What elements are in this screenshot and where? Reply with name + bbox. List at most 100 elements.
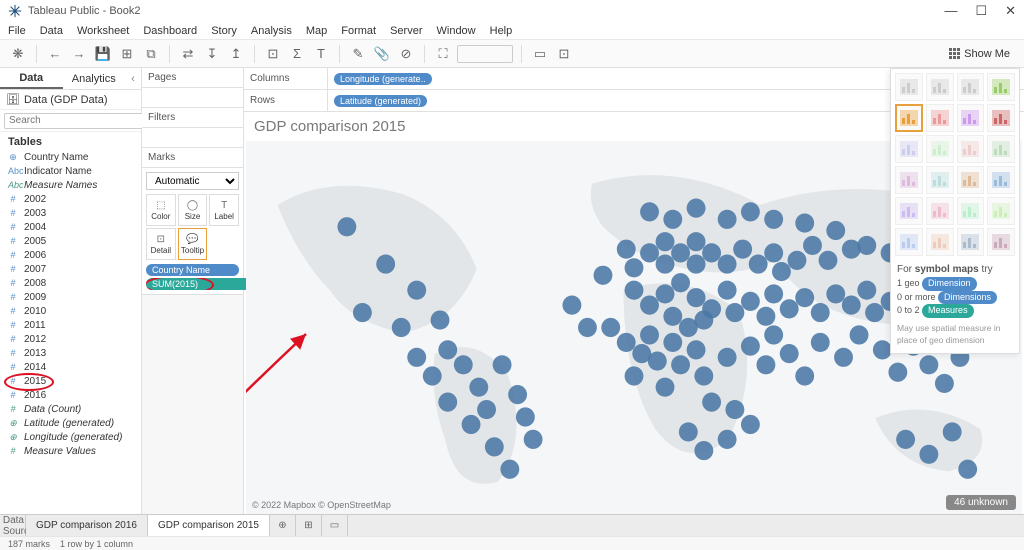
field-2007[interactable]: #2007: [0, 262, 141, 276]
showme-chart-21[interactable]: [926, 228, 954, 256]
menu-help[interactable]: Help: [490, 25, 513, 37]
field-indicator-name[interactable]: AbcIndicator Name: [0, 164, 141, 178]
field-2013[interactable]: #2013: [0, 346, 141, 360]
tab-analytics[interactable]: Analytics: [63, 68, 126, 89]
columns-pill[interactable]: Longitude (generate..: [334, 73, 432, 85]
showme-chart-2[interactable]: [957, 73, 985, 101]
showme-chart-17[interactable]: [926, 197, 954, 225]
clear-button[interactable]: ⊘: [396, 44, 416, 64]
field-2010[interactable]: #2010: [0, 304, 141, 318]
totals-button[interactable]: Σ: [287, 44, 307, 64]
marks-tooltip[interactable]: 💬Tooltip: [178, 228, 208, 260]
menu-format[interactable]: Format: [341, 25, 376, 37]
maximize-button[interactable]: ☐: [975, 3, 987, 19]
menu-map[interactable]: Map: [306, 25, 327, 37]
showme-chart-10[interactable]: [957, 135, 985, 163]
showme-chart-13[interactable]: [926, 166, 954, 194]
toolbar-search[interactable]: [457, 45, 513, 63]
minimize-button[interactable]: —: [944, 3, 957, 19]
group-button[interactable]: ⊡: [263, 44, 283, 64]
new-datasource-button[interactable]: ⊞: [117, 44, 137, 64]
fit-button[interactable]: ⛶: [433, 44, 453, 64]
unknown-pill[interactable]: 46 unknown: [946, 495, 1016, 510]
field-measure-names[interactable]: AbcMeasure Names: [0, 178, 141, 192]
field-2004[interactable]: #2004: [0, 220, 141, 234]
new-story-button[interactable]: ▭: [322, 515, 348, 536]
showme-chart-12[interactable]: [895, 166, 923, 194]
tab-datasource[interactable]: ⊞ Data Source: [0, 515, 26, 536]
close-button[interactable]: ✕: [1005, 3, 1016, 19]
field-2011[interactable]: #2011: [0, 318, 141, 332]
field-measure-values[interactable]: #Measure Values: [0, 444, 141, 458]
showme-chart-18[interactable]: [957, 197, 985, 225]
filters-shelf[interactable]: [142, 128, 243, 148]
show-labels-button[interactable]: T: [311, 44, 331, 64]
pin-button[interactable]: 📎: [372, 44, 392, 64]
field-2014[interactable]: #2014: [0, 360, 141, 374]
showme-chart-5[interactable]: [926, 104, 954, 132]
field-2016[interactable]: #2016: [0, 388, 141, 402]
new-dashboard-button[interactable]: ⊞: [296, 515, 322, 536]
tab-sheet-2015[interactable]: GDP comparison 2015: [148, 515, 270, 536]
field-2015[interactable]: #2015: [0, 374, 141, 388]
menu-window[interactable]: Window: [437, 25, 476, 37]
menu-dashboard[interactable]: Dashboard: [143, 25, 197, 37]
tableau-logo-icon[interactable]: ❋: [8, 44, 28, 64]
field-2008[interactable]: #2008: [0, 276, 141, 290]
menu-file[interactable]: File: [8, 25, 26, 37]
showme-chart-4[interactable]: [895, 104, 923, 132]
showme-chart-6[interactable]: [957, 104, 985, 132]
showme-chart-14[interactable]: [957, 166, 985, 194]
showme-chart-11[interactable]: [987, 135, 1015, 163]
highlight-button[interactable]: ✎: [348, 44, 368, 64]
field-2012[interactable]: #2012: [0, 332, 141, 346]
save-button[interactable]: 💾: [93, 44, 113, 64]
presentation-button[interactable]: ▭: [530, 44, 550, 64]
datasource-row[interactable]: 🗄 Data (GDP Data): [0, 90, 141, 110]
new-worksheet-button[interactable]: ⊕: [270, 515, 296, 536]
showme-chart-0[interactable]: [895, 73, 923, 101]
sort-asc-button[interactable]: ↧: [202, 44, 222, 64]
tab-data[interactable]: Data: [0, 68, 63, 89]
show-me-button[interactable]: Show Me: [943, 46, 1016, 62]
back-button[interactable]: ←: [45, 44, 65, 64]
cards-button[interactable]: ⊡: [554, 44, 574, 64]
field-2003[interactable]: #2003: [0, 206, 141, 220]
showme-chart-15[interactable]: [987, 166, 1015, 194]
marks-pill-country-name[interactable]: Country Name: [146, 264, 239, 276]
field-search-input[interactable]: [4, 113, 146, 129]
showme-chart-9[interactable]: [926, 135, 954, 163]
menu-server[interactable]: Server: [390, 25, 422, 37]
sort-desc-button[interactable]: ↥: [226, 44, 246, 64]
showme-chart-22[interactable]: [957, 228, 985, 256]
field-longitude-generated-[interactable]: ⊕Longitude (generated): [0, 430, 141, 444]
marks-type-select[interactable]: Automatic: [146, 172, 239, 190]
marks-detail[interactable]: ⊡Detail: [146, 228, 176, 260]
field-latitude-generated-[interactable]: ⊕Latitude (generated): [0, 416, 141, 430]
showme-chart-20[interactable]: [895, 228, 923, 256]
showme-chart-16[interactable]: [895, 197, 923, 225]
field-2002[interactable]: #2002: [0, 192, 141, 206]
menu-worksheet[interactable]: Worksheet: [77, 25, 129, 37]
tab-sheet-2016[interactable]: GDP comparison 2016: [26, 515, 148, 536]
marks-label[interactable]: TLabel: [209, 194, 239, 226]
menu-analysis[interactable]: Analysis: [251, 25, 292, 37]
showme-chart-8[interactable]: [895, 135, 923, 163]
showme-chart-19[interactable]: [987, 197, 1015, 225]
swap-button[interactable]: ⇄: [178, 44, 198, 64]
showme-chart-23[interactable]: [987, 228, 1015, 256]
rows-pill[interactable]: Latitude (generated): [334, 95, 427, 107]
showme-chart-3[interactable]: [987, 73, 1015, 101]
field-country-name[interactable]: ⊕Country Name: [0, 150, 141, 164]
menu-story[interactable]: Story: [211, 25, 237, 37]
collapse-data-pane[interactable]: ‹: [125, 68, 141, 89]
marks-color[interactable]: ⬚Color: [146, 194, 176, 226]
new-sheet-button[interactable]: ⧉: [141, 44, 161, 64]
showme-chart-7[interactable]: [987, 104, 1015, 132]
forward-button[interactable]: →: [69, 44, 89, 64]
menu-data[interactable]: Data: [40, 25, 63, 37]
field-data-count-[interactable]: #Data (Count): [0, 402, 141, 416]
field-2009[interactable]: #2009: [0, 290, 141, 304]
marks-size[interactable]: ◯Size: [178, 194, 208, 226]
showme-chart-1[interactable]: [926, 73, 954, 101]
